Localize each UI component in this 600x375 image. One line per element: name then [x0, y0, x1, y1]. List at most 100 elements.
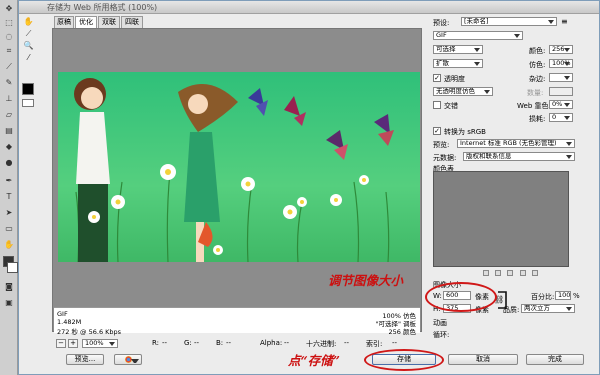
preset-label: 预设:	[433, 19, 450, 27]
r-value: --	[162, 339, 168, 347]
tab-2-up[interactable]: 双联	[98, 16, 120, 28]
map-color-icon[interactable]	[483, 270, 489, 276]
info-size: 1.482M	[57, 318, 82, 326]
percent-unit: %	[573, 292, 580, 300]
preview-profile-select[interactable]: Internet 标准 RGB (无色彩管理)	[457, 139, 575, 148]
amount-label: 数量:	[527, 89, 544, 97]
dialog-tools: ✋ ⟋ 🔍 ⁄	[21, 17, 37, 107]
index-value: --	[392, 339, 398, 347]
colors-select[interactable]: 256	[549, 45, 573, 54]
web-shift-icon[interactable]	[495, 270, 502, 276]
format-select[interactable]: GIF	[433, 31, 523, 40]
srgb-checkbox[interactable]: ✓	[433, 127, 441, 135]
path-select-tool-icon[interactable]: ➤	[3, 208, 15, 218]
b-label: B:	[216, 339, 224, 347]
annotation-resize: 调节图像大小	[328, 273, 404, 288]
websnap-label: Web 靠色:	[517, 102, 551, 110]
transparency-label: 透明度	[444, 75, 465, 83]
percent-label: 百分比:	[531, 293, 555, 301]
dodge-tool-icon[interactable]: ●	[3, 158, 15, 168]
lock-color-icon[interactable]	[507, 270, 514, 276]
illustration-image	[58, 72, 420, 262]
colors-label: 颜色:	[529, 47, 546, 55]
g-label: G:	[184, 339, 192, 347]
pen-tool-icon[interactable]: ✒	[3, 176, 15, 186]
hex-label: 十六进制:	[306, 340, 337, 348]
annotation-bracket	[498, 291, 507, 309]
toggle-slices-icon[interactable]	[22, 99, 34, 107]
loop-label: 循环:	[433, 331, 450, 339]
move-tool-icon[interactable]: ✥	[3, 4, 15, 14]
metadata-label: 元数据:	[433, 154, 457, 162]
photoshop-toolbar: ✥ ⬚ ◌ ⌗ ⟋ ✎ ⊥ ▱ ▤ ◆ ● ✒ T ➤ ▭ ✋ ◙ ▣	[0, 0, 18, 375]
reduction-select[interactable]: 可选择	[433, 45, 483, 54]
preview-image	[58, 72, 420, 262]
percent-input[interactable]: 100	[555, 291, 571, 300]
tab-optimized[interactable]: 优化	[75, 16, 97, 28]
info-time: 272 秒 @ 56.6 Kbps	[57, 328, 122, 336]
zoom-in-button[interactable]: +	[68, 339, 78, 348]
eyedropper-color-swatch[interactable]	[22, 83, 34, 95]
eyedropper-tool-icon[interactable]: ⟋	[3, 62, 15, 72]
delete-color-icon[interactable]	[531, 270, 538, 276]
preview-button[interactable]: 预览...	[66, 354, 104, 365]
panel-menu-icon[interactable]: ≡	[561, 17, 568, 26]
dialog-title: 存储为 Web 所用格式 (100%)	[47, 3, 158, 12]
dither-label: 仿色:	[529, 61, 546, 69]
tab-original[interactable]: 原稿	[54, 16, 74, 28]
hand-tool-icon[interactable]: ✋	[3, 240, 15, 250]
interlaced-label: 交错	[444, 102, 458, 110]
lossy-select[interactable]: 0	[549, 113, 573, 122]
screen-mode-icon[interactable]: ▣	[3, 298, 15, 308]
quality-select[interactable]: 两次立方	[521, 304, 575, 313]
preset-select[interactable]: [未命名]	[461, 17, 557, 26]
dither-algorithm-select[interactable]: 扩散	[433, 59, 483, 68]
brush-tool-icon[interactable]: ✎	[3, 78, 15, 88]
tab-4-up[interactable]: 四联	[121, 16, 143, 28]
index-label: 索引:	[366, 340, 383, 348]
metadata-select[interactable]: 版权和联系信息	[463, 152, 575, 161]
marquee-tool-icon[interactable]: ⬚	[3, 18, 15, 28]
eraser-tool-icon[interactable]: ▱	[3, 110, 15, 120]
amount-field[interactable]	[549, 87, 573, 96]
dialog-titlebar: 存储为 Web 所用格式 (100%)	[19, 1, 599, 14]
hand-icon[interactable]: ✋	[23, 17, 34, 27]
transparency-dither-select[interactable]: 无透明度仿色	[433, 87, 493, 96]
alpha-label: Alpha:	[260, 339, 283, 347]
blur-tool-icon[interactable]: ◆	[3, 142, 15, 152]
crop-tool-icon[interactable]: ⌗	[3, 46, 15, 56]
matte-select[interactable]	[549, 73, 573, 82]
info-colors: 256 颜色	[388, 328, 416, 336]
status-bar: − + 100% R: -- G: -- B: -- Alpha: -- 十六进…	[52, 338, 422, 349]
websnap-select[interactable]: 0%	[549, 100, 573, 109]
color-table[interactable]	[433, 171, 569, 267]
type-tool-icon[interactable]: T	[3, 192, 15, 202]
chevron-down-icon	[131, 359, 139, 367]
zoom-select[interactable]: 100%	[82, 339, 118, 348]
slice-select-icon[interactable]: ⟋	[23, 29, 34, 39]
gradient-tool-icon[interactable]: ▤	[3, 126, 15, 136]
browser-select-button[interactable]	[114, 354, 142, 365]
transparency-checkbox[interactable]: ✓	[433, 74, 441, 82]
r-label: R:	[152, 339, 160, 347]
eyedropper-icon[interactable]: ⁄	[23, 53, 34, 63]
zoom-icon[interactable]: 🔍	[23, 41, 34, 51]
zoom-out-button[interactable]: −	[56, 339, 66, 348]
annotation-save: 点“存储”	[288, 353, 340, 368]
done-button[interactable]: 完成	[526, 354, 584, 365]
animation-label: 动画	[433, 319, 447, 327]
lasso-tool-icon[interactable]: ◌	[3, 32, 15, 42]
alpha-value: --	[284, 339, 290, 347]
preview-label: 预览:	[433, 141, 450, 149]
interlaced-checkbox[interactable]	[433, 101, 441, 109]
shape-tool-icon[interactable]: ▭	[3, 224, 15, 234]
cancel-button[interactable]: 取消	[448, 354, 518, 365]
b-value: --	[226, 339, 232, 347]
background-color-swatch[interactable]	[7, 262, 18, 273]
dither-select[interactable]: 100%	[549, 59, 573, 68]
color-table-tools	[483, 270, 542, 278]
srgb-label: 转换为 sRGB	[444, 128, 486, 136]
stamp-tool-icon[interactable]: ⊥	[3, 94, 15, 104]
quick-mask-icon[interactable]: ◙	[3, 282, 15, 292]
new-color-icon[interactable]	[519, 270, 526, 276]
